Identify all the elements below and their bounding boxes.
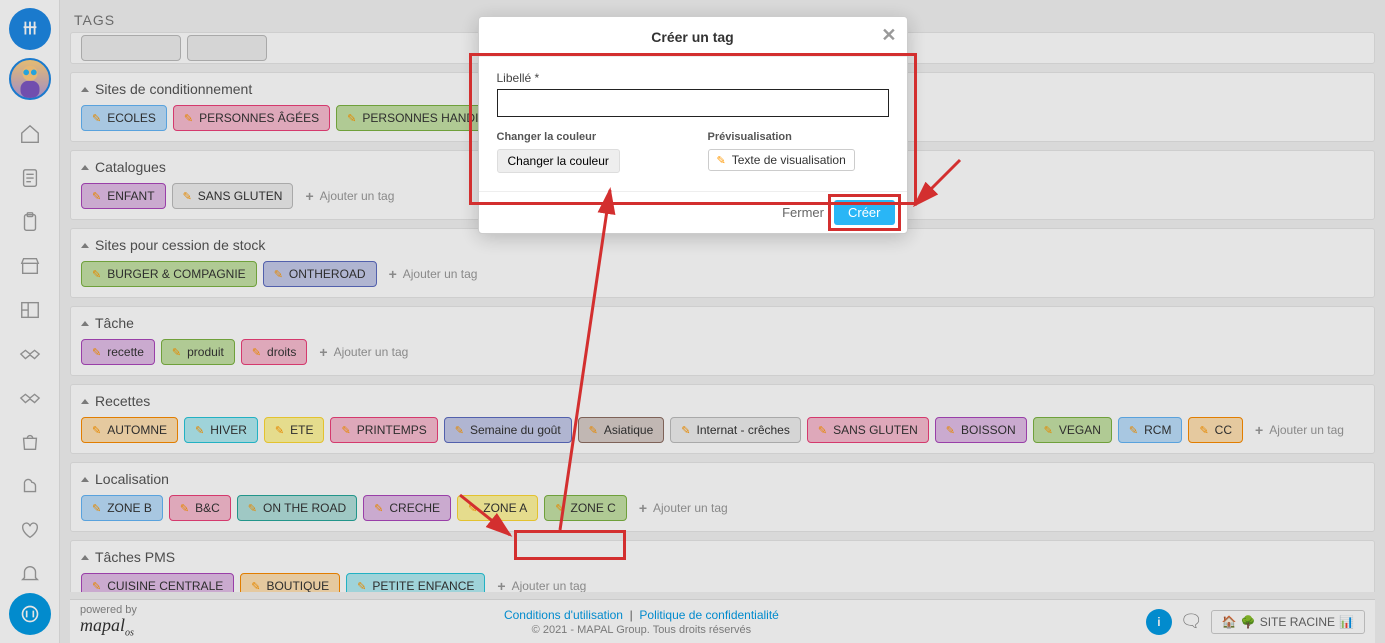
modal-header: Créer un tag ✕ xyxy=(479,17,907,57)
modal-color-heading: Changer la couleur xyxy=(497,131,678,143)
modal-preview-tag: ✎ Texte de visualisation xyxy=(708,149,855,171)
modal-create-button[interactable]: Créer xyxy=(834,200,895,225)
modal-label-libelle: Libellé * xyxy=(497,71,889,85)
modal-change-color-button[interactable]: Changer la couleur xyxy=(497,149,620,173)
modal-close-button[interactable]: Fermer xyxy=(782,205,824,220)
modal-title: Créer un tag xyxy=(651,29,733,45)
create-tag-modal: Créer un tag ✕ Libellé * Changer la coul… xyxy=(478,16,908,234)
modal-close-icon[interactable]: ✕ xyxy=(881,25,896,46)
modal-input-libelle[interactable] xyxy=(497,89,889,117)
modal-preview-heading: Prévisualisation xyxy=(708,131,889,143)
modal-preview-text: Texte de visualisation xyxy=(732,153,846,167)
pencil-icon: ✎ xyxy=(717,154,726,167)
